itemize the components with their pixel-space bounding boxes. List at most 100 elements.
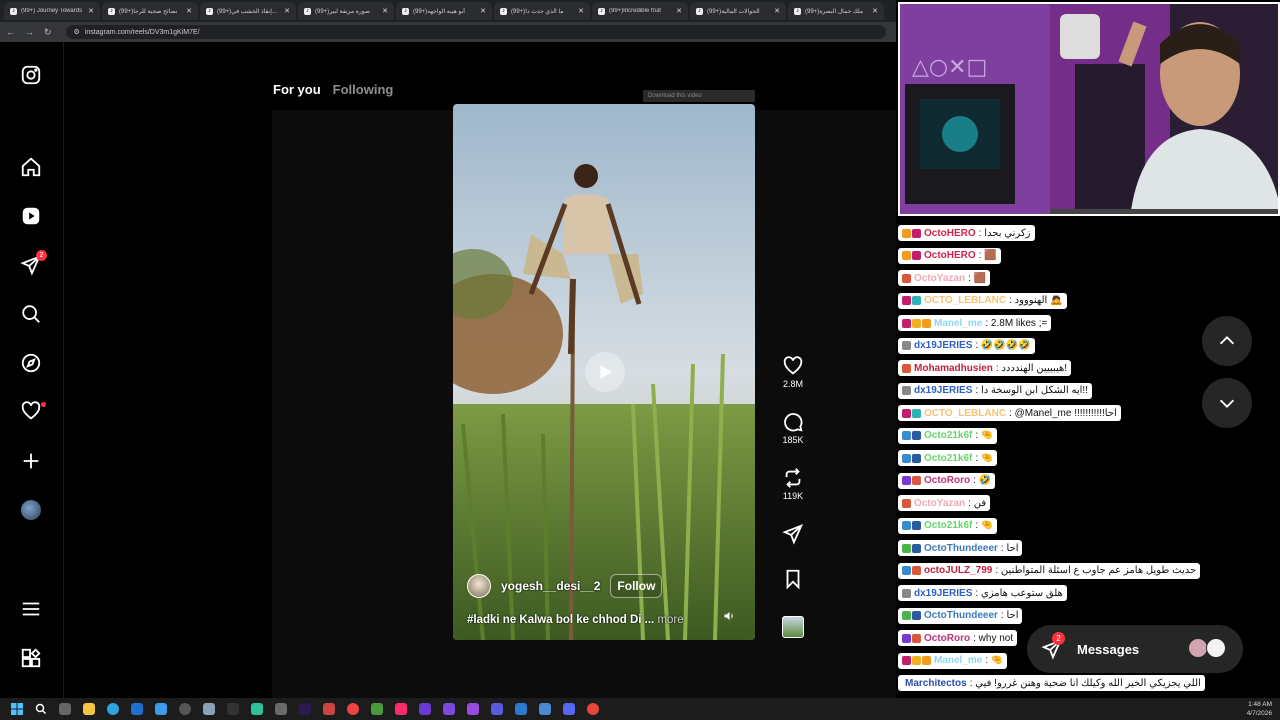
app-icon[interactable] [248,702,265,716]
chat-username[interactable]: Octo21k6f [924,430,972,441]
edge-icon[interactable] [104,702,121,716]
chat-username[interactable]: OctoThundeeer [924,543,998,554]
tab-close-icon[interactable]: ✕ [186,7,192,15]
caption-more-link[interactable]: more [657,614,683,626]
tab-close-icon[interactable]: ✕ [480,7,486,15]
tab-close-icon[interactable]: ✕ [774,7,780,15]
search-taskbar-icon[interactable] [32,702,49,716]
browser-tab[interactable]: ♪ (99+)ما الذي حدث دا ✕ [494,2,590,20]
app-icon[interactable] [320,702,337,716]
explore-compass-icon[interactable] [20,352,42,374]
photos-icon[interactable] [152,702,169,716]
share-action[interactable] [780,523,806,545]
app-icon[interactable] [368,702,385,716]
browser-tab[interactable]: ♪ (99+) Journey Towards ✕ [4,2,100,20]
tab-close-icon[interactable]: ✕ [676,7,682,15]
save-action[interactable] [780,568,806,590]
premiere-icon[interactable] [296,702,313,716]
windows-start-icon[interactable] [8,702,25,716]
tab-close-icon[interactable]: ✕ [382,7,388,15]
chat-username[interactable]: OctoHERO [924,228,976,239]
bookmark-icon[interactable] [782,568,804,590]
chat-username[interactable]: OctoYazan [914,498,965,509]
chat-username[interactable]: Marchitectos [905,678,967,689]
browser-tab[interactable]: ♪ (99+)الحوالات المالية ✕ [690,2,786,20]
app-icon[interactable] [272,702,289,716]
forward-icon[interactable]: → [25,27,34,37]
app-icon[interactable] [440,702,457,716]
browser-tab[interactable]: ♪ (99+)ملك جمال البصرة ✕ [788,2,884,20]
search-icon[interactable] [20,303,42,325]
play-button[interactable] [585,352,625,392]
url-field[interactable]: ⚙ instagram.com/reels/DV3m1gKiM7E/ [65,25,886,39]
comment-bubble-icon[interactable] [782,411,804,433]
repost-action[interactable]: 119K [780,467,806,501]
like-heart-icon[interactable] [782,355,804,377]
author-avatar[interactable] [467,574,491,598]
app-icon[interactable] [536,702,553,716]
audio-thumbnail[interactable] [782,616,804,638]
menu-hamburger-icon[interactable] [20,598,42,620]
volume-icon[interactable] [723,610,735,622]
chat-username[interactable]: dx19JERIES [914,385,972,396]
outlook-icon[interactable] [128,702,145,716]
browser-tab[interactable]: ♪ (99+)صورة مزيفة لبير ✕ [298,2,394,20]
app-icon[interactable] [344,702,361,716]
author-username[interactable]: yogesh__desi__2 [501,579,600,593]
browser-tab[interactable]: ♪ (99+)Incredible fruit ✕ [592,2,688,20]
repost-icon[interactable] [782,467,804,489]
chat-username[interactable]: OctoRoro [924,475,970,486]
reload-icon[interactable]: ↻ [44,27,52,38]
app-icon[interactable] [176,702,193,716]
chat-username[interactable]: Octo21k6f [924,520,972,531]
tab-for-you[interactable]: For you [273,82,321,97]
app-icon[interactable] [224,702,241,716]
app-icon[interactable] [488,702,505,716]
chat-username[interactable]: Octo21k6f [924,453,972,464]
chat-username[interactable]: dx19JERIES [914,588,972,599]
instagram-logo-icon[interactable] [20,64,42,86]
chat-username[interactable]: OctoHERO [924,250,976,261]
app-icon[interactable] [512,702,529,716]
tab-close-icon[interactable]: ✕ [578,7,584,15]
reels-icon[interactable] [20,205,42,227]
download-video-bar[interactable]: Download this video [643,90,755,102]
tab-close-icon[interactable]: ✕ [872,7,878,15]
chrome-icon[interactable] [584,702,601,716]
app-icon[interactable] [464,702,481,716]
task-view-icon[interactable] [56,702,73,716]
profile-avatar[interactable] [21,500,41,520]
previous-reel-button[interactable] [1202,316,1252,366]
tab-close-icon[interactable]: ✕ [284,7,290,15]
chat-username[interactable]: OCTO_LEBLANC [924,295,1006,306]
like-action[interactable]: 2.8M [780,355,806,389]
chat-username[interactable]: OctoRoro [924,633,970,644]
reel-video[interactable]: yogesh__desi__2 Follow #ladki ne Kalwa b… [453,104,755,640]
chat-username[interactable]: octoJULZ_799 [924,565,992,576]
tiktok-icon[interactable] [392,702,409,716]
back-icon[interactable]: ← [6,27,15,37]
follow-button[interactable]: Follow [610,574,663,598]
chat-username[interactable]: Manel_me [934,318,982,329]
chat-username[interactable]: Manel_me [934,655,982,666]
browser-tab[interactable]: ♪ (99+)نصائح صحية للرجا ✕ [102,2,198,20]
create-plus-icon[interactable] [20,450,42,472]
app-icon[interactable] [416,702,433,716]
share-send-icon[interactable] [782,523,804,545]
file-explorer-icon[interactable] [80,702,97,716]
home-icon[interactable] [20,156,42,178]
chat-username[interactable]: OCTO_LEBLANC [924,408,1006,419]
message-avatar[interactable] [1206,638,1226,658]
also-from-meta-icon[interactable] [20,647,42,669]
comment-action[interactable]: 185K [780,411,806,445]
chat-username[interactable]: OctoYazan [914,273,965,284]
site-info-icon[interactable]: ⚙ [74,28,80,36]
chat-username[interactable]: dx19JERIES [914,340,972,351]
chat-username[interactable]: OctoThundeeer [924,610,998,621]
next-reel-button[interactable] [1202,378,1252,428]
chat-username[interactable]: Mohamadhusien [914,363,993,374]
notifications-heart-icon[interactable] [20,400,42,422]
tab-following[interactable]: Following [333,82,394,97]
discord-icon[interactable] [560,702,577,716]
browser-tab[interactable]: ♪ (99+)أبو هيبه الواجهه ✕ [396,2,492,20]
